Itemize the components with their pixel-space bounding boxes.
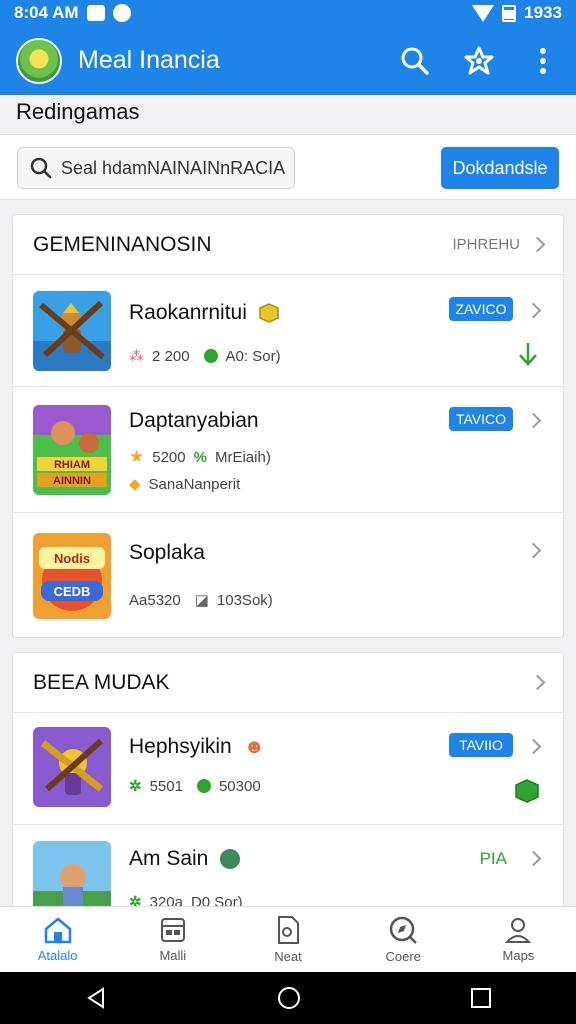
section-header[interactable]: BEEA MUDAK (13, 653, 563, 713)
notification-icon (86, 5, 105, 21)
chevron-right-icon (529, 674, 546, 691)
list-item[interactable]: RHIAM AINNIN Daptanyabian ★ 5200 % MrEiai… (13, 387, 563, 513)
nav-item-home[interactable]: Atalalo (0, 907, 115, 972)
status-right-text: 1933 (524, 3, 562, 22)
chevron-right-icon (525, 412, 542, 429)
coin-icon (196, 779, 211, 793)
section-header[interactable]: GEMENINANOSIN IPHREHU (13, 215, 563, 275)
nav-item-grid[interactable]: Malli (115, 907, 230, 972)
section-title: GEMENINANOSIN (33, 232, 212, 256)
person-icon (505, 918, 532, 943)
messenger-icon (112, 4, 131, 22)
cube-icon (515, 779, 539, 803)
game-stat: 2 200 (152, 347, 190, 365)
game-thumbnail (33, 841, 111, 911)
chevron-right-icon (525, 302, 542, 319)
globe-icon (220, 849, 241, 869)
list-item[interactable]: Hephsyikin ☻ ✲ 5501 50300 TAVIIO (13, 713, 563, 825)
percent-icon: % (193, 448, 207, 466)
chevron-right-icon (525, 850, 542, 867)
status-badge[interactable]: ZAVICO (449, 297, 513, 321)
svg-text:RHIAM: RHIAM (54, 459, 90, 471)
nav-label: Coere (385, 949, 421, 964)
game-stat-secondary: 103Sok) (216, 591, 273, 609)
game-thumbnail (33, 291, 111, 371)
game-thumbnail: RHIAM AINNIN (33, 405, 111, 495)
users-icon: ✲ (129, 778, 142, 795)
star-icon: ★ (129, 447, 145, 466)
game-stat: 5501 (149, 777, 183, 795)
game-stat-secondary: A0: Sor) (225, 347, 281, 365)
app-bar: Meal Inancia (0, 26, 576, 95)
system-nav-bar (0, 972, 576, 1024)
game-title: Hephsyikin (129, 735, 232, 758)
section-title: BEEA MUDAK (33, 670, 170, 694)
coin-icon (203, 349, 218, 363)
home-circle-icon[interactable] (276, 985, 302, 1011)
search-button[interactable]: Dokdandsle (441, 147, 559, 189)
search-row: Seal hdamNAINAINnRACIA Dokdandsle (0, 134, 576, 200)
svg-text:AINNIN: AINNIN (53, 475, 91, 487)
back-icon[interactable] (84, 986, 108, 1010)
status-bar: 8:04 AM 1933 (0, 0, 576, 26)
game-thumbnail (33, 727, 111, 807)
character-icon: ☻ (243, 735, 265, 758)
chevron-right-icon (525, 738, 542, 755)
svg-text:Nodis: Nodis (54, 551, 90, 566)
chat-icon: ◪ (194, 592, 209, 609)
section-card: BEEA MUDAK Hephsyikin ☻ ✲ 5501 50300 TAV… (12, 652, 564, 912)
game-title: Am Sain (129, 847, 209, 870)
game-title: Daptanyabian (129, 409, 259, 432)
search-icon[interactable] (398, 44, 432, 78)
app-logo (16, 37, 62, 84)
app-title: Meal Inancia (78, 46, 220, 74)
list-item[interactable]: Nodis CEDB Soplaka Aa5320 ◪ 103Sok) (13, 513, 563, 637)
list-item[interactable]: Am Sain ✲ 320a D0 Sor) PIA (13, 825, 563, 911)
compass-icon (389, 916, 418, 944)
game-developer: SanaNanperit (148, 475, 241, 493)
list-item[interactable]: Raokanrnitui ⁂ 2 200 A0: Sor) ZAVICO (13, 275, 563, 387)
game-thumbnail: Nodis CEDB (33, 533, 111, 619)
download-icon[interactable] (517, 341, 539, 367)
nav-label: Maps (502, 948, 535, 963)
status-time: 8:04 AM (14, 3, 79, 22)
cube-icon (259, 303, 279, 323)
status-badge[interactable]: TAVICO (449, 407, 513, 431)
search-value: Seal hdamNAINAINnRACIA (61, 157, 286, 178)
nav-item-compass[interactable]: Coere (346, 907, 461, 972)
more-vert-icon[interactable] (526, 44, 560, 78)
chevron-right-icon (525, 542, 542, 559)
section-card: GEMENINANOSIN IPHREHU Raokanrnitui ⁂ 2 2… (12, 214, 564, 638)
side-label: PIA (479, 849, 507, 868)
game-title: Raokanrnitui (129, 301, 247, 324)
game-title: Soplaka (129, 541, 205, 564)
star-icon[interactable] (462, 44, 496, 78)
search-input[interactable]: Seal hdamNAINAINnRACIA (17, 147, 295, 189)
status-badge[interactable]: TAVIIO (449, 733, 513, 757)
battery-icon (502, 4, 517, 22)
game-stat-secondary: MrEiaih) (214, 448, 271, 466)
nav-label: Neat (274, 949, 302, 964)
game-stat-secondary: 50300 (218, 777, 261, 795)
search-icon (30, 157, 52, 179)
grid-icon (160, 918, 185, 942)
svg-text:CEDB: CEDB (54, 584, 91, 599)
nav-item-document[interactable]: Neat (230, 907, 345, 972)
nav-label: Atalalo (37, 948, 78, 963)
users-icon: ⁂ (129, 348, 144, 365)
recents-icon[interactable] (470, 987, 492, 1009)
bottom-nav: Atalalo Malli Neat Coere Maps (0, 906, 576, 972)
wifi-icon (472, 4, 495, 22)
home-icon (44, 917, 71, 944)
diamond-icon: ◆ (129, 476, 141, 493)
document-icon (278, 916, 299, 944)
page-subtitle: Redingamas (16, 99, 140, 124)
game-stat: Aa5320 (129, 591, 181, 609)
nav-item-profile[interactable]: Maps (461, 907, 576, 972)
chevron-right-icon (529, 236, 546, 253)
section-more-link[interactable]: IPHREHU (452, 236, 520, 253)
game-rating: 5200 (152, 448, 186, 466)
nav-label: Malli (159, 948, 187, 963)
